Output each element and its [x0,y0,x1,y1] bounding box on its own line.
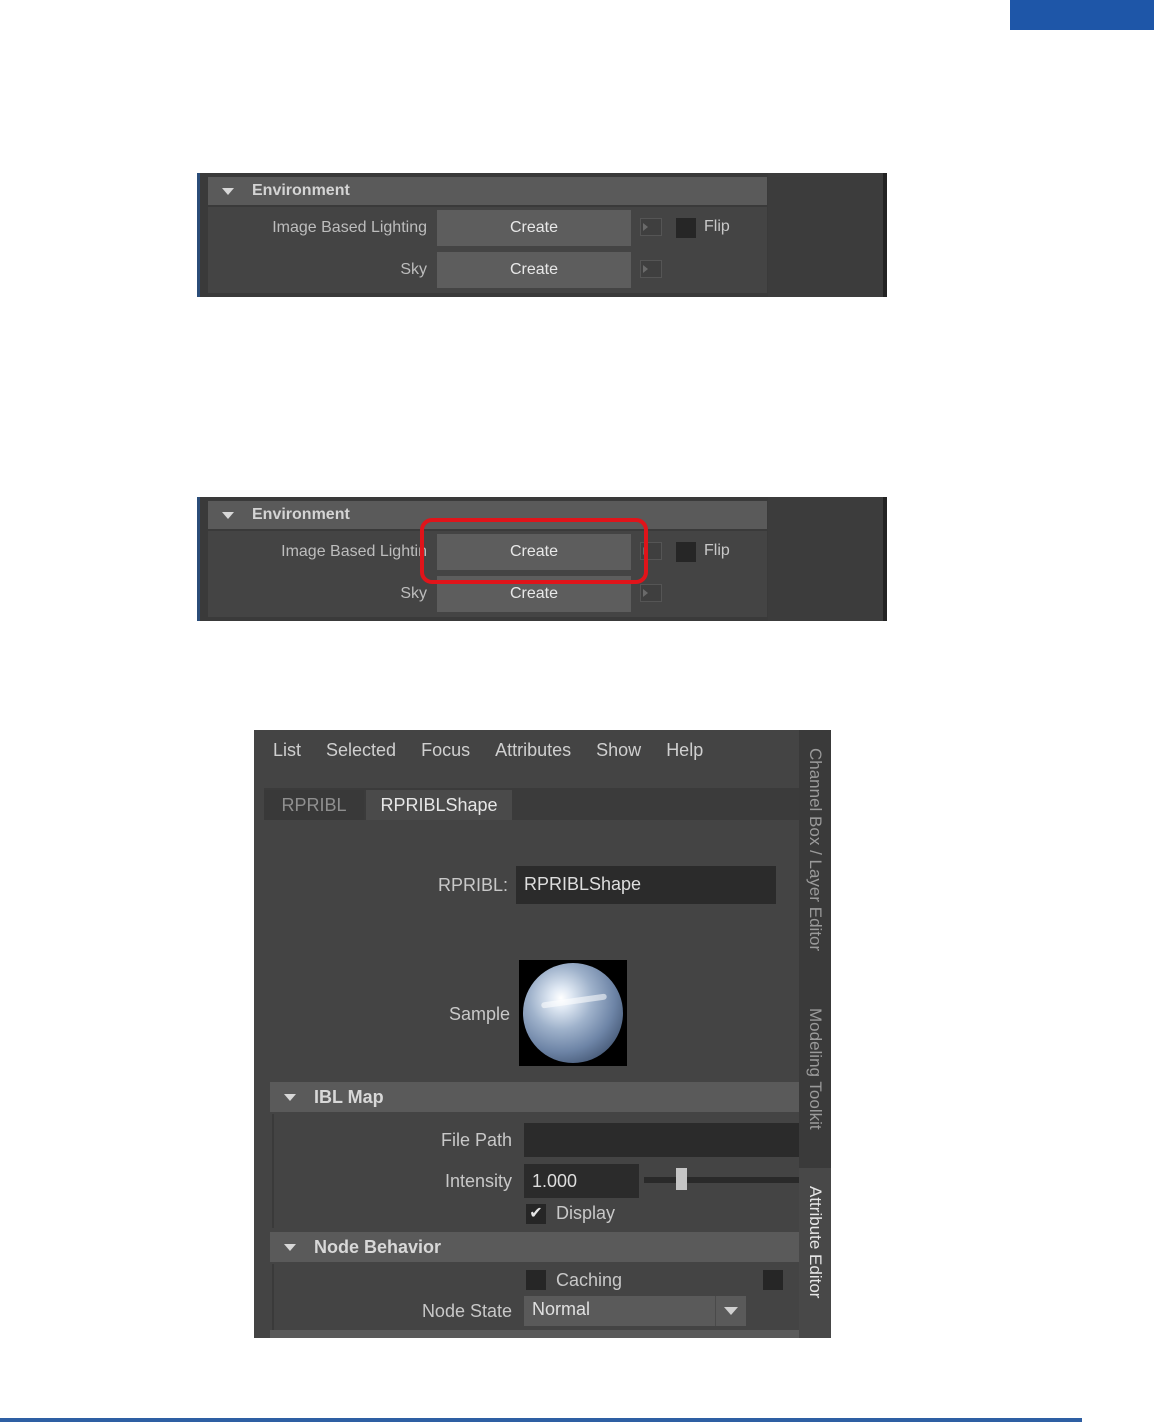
environment-section-header[interactable]: Environment [208,177,767,205]
side-tab-channel-box[interactable]: Channel Box / Layer Editor [799,730,831,988]
flip-checkbox[interactable] [676,218,696,238]
display-checkbox[interactable]: ✔ [526,1204,546,1224]
sky-create-button[interactable]: Create [437,252,631,288]
ibl-row: Image Based Lighting Create Flip [208,209,767,247]
tab-rpribl[interactable]: RPRIBL [264,790,364,820]
map-connect-icon[interactable] [640,260,662,278]
chevron-down-icon[interactable] [715,1296,746,1326]
menu-help[interactable]: Help [666,740,703,761]
menu-list[interactable]: List [273,740,301,761]
node-state-dropdown[interactable]: Normal [524,1296,746,1326]
intensity-input[interactable]: 1.000 [524,1164,639,1198]
file-path-input[interactable] [524,1123,799,1157]
map-connect-icon[interactable] [640,218,662,236]
intensity-slider[interactable] [644,1177,799,1183]
collapse-triangle-icon[interactable] [222,187,234,195]
menu-bar: List Selected Focus Attributes Show Help [254,730,799,770]
node-state-label: Node State [421,1301,512,1321]
section-title: IBL Map [314,1086,384,1107]
side-tab-attribute-editor[interactable]: Attribute Editor [799,1168,831,1338]
side-tab-modeling-toolkit[interactable]: Modeling Toolkit [799,990,831,1166]
ibl-sample-swatch[interactable] [519,960,627,1066]
footer-rule [0,1418,1082,1422]
collapse-triangle-icon[interactable] [284,1243,296,1251]
intensity-label: Intensity [444,1171,512,1191]
node-behavior-section-header[interactable]: Node Behavior [270,1232,799,1262]
ibl-label: Image Based Lighting [272,219,427,236]
flip-label: Flip [704,542,730,559]
menu-focus[interactable]: Focus [421,740,470,761]
attribute-editor-panel: List Selected Focus Attributes Show Help… [254,730,831,1338]
highlight-box [420,518,648,584]
display-label: Display [556,1203,616,1223]
node-tabs: RPRIBL RPRIBLShape [264,788,799,820]
collapse-triangle-icon[interactable] [222,511,234,519]
flip-label: Flip [704,218,730,235]
sample-label: Sample [448,1004,510,1024]
map-connect-icon[interactable] [640,584,662,602]
menu-show[interactable]: Show [596,740,641,761]
file-path-label: File Path [440,1130,512,1150]
sky-label: Sky [400,585,427,602]
menu-selected[interactable]: Selected [326,740,396,761]
node-name-label: RPRIBL: [437,875,508,895]
menu-attributes[interactable]: Attributes [495,740,571,761]
caching-label: Caching [556,1270,623,1290]
node-name-field[interactable]: RPRIBLShape [516,866,776,904]
section-title: Environment [252,506,350,523]
flip-checkbox[interactable] [676,542,696,562]
environment-panel-1: Environment Image Based Lighting Create … [197,173,887,297]
page-corner-tab [1010,0,1154,30]
ibl-map-section-header[interactable]: IBL Map [270,1082,799,1112]
tab-rpriblshape[interactable]: RPRIBLShape [366,790,512,820]
secondary-checkbox[interactable] [763,1270,783,1290]
section-title: Environment [252,182,350,199]
sky-label: Sky [400,261,427,278]
ibl-label: Image Based Lightin [281,543,427,560]
side-tab-strip: Channel Box / Layer Editor Modeling Tool… [799,730,831,1338]
section-title: Node Behavior [314,1236,442,1257]
caching-checkbox[interactable] [526,1270,546,1290]
node-state-value: Normal [532,1299,591,1319]
collapse-triangle-icon[interactable] [284,1093,296,1101]
environment-panel-2: Environment Image Based Lightin Create F… [197,497,887,621]
ibl-create-button[interactable]: Create [437,210,631,246]
sky-row: Sky Create [208,251,767,289]
intensity-slider-handle[interactable] [676,1168,687,1190]
